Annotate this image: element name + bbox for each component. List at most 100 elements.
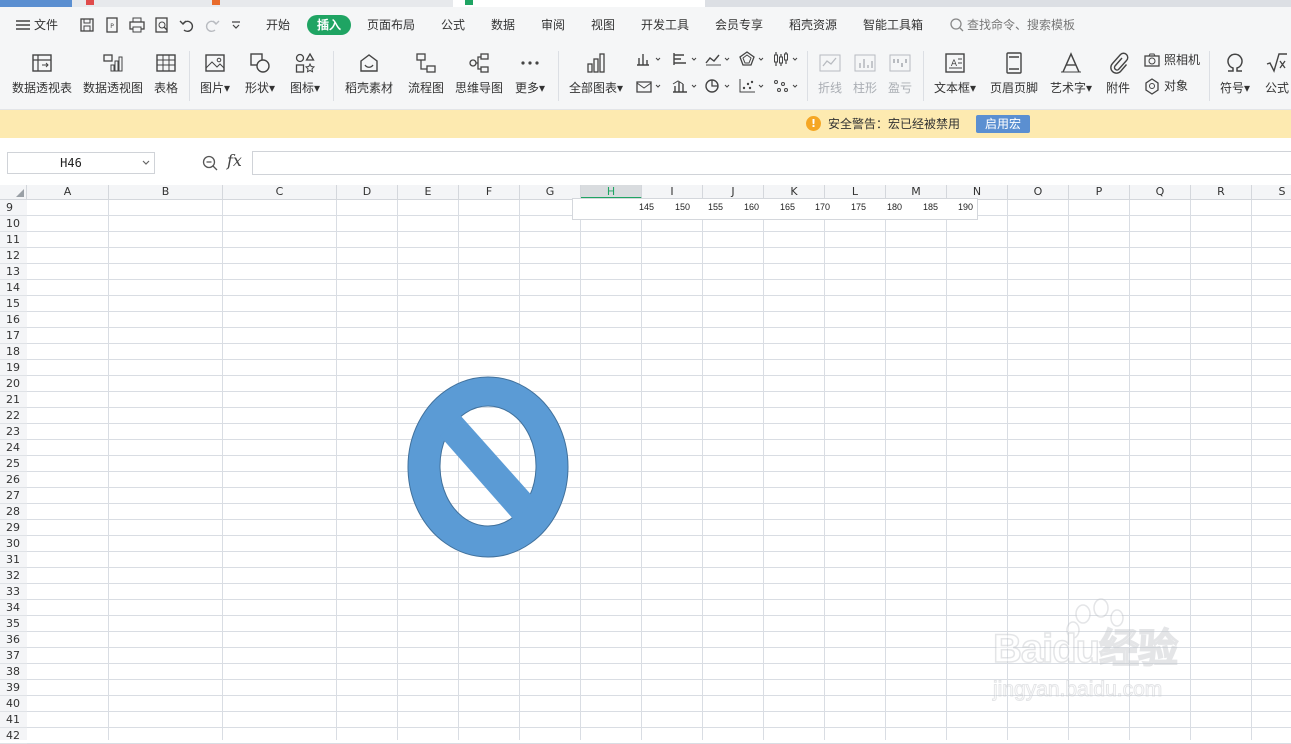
tab-strip-doc-active[interactable] xyxy=(453,0,705,7)
tab-strip-home[interactable] xyxy=(0,0,72,7)
row-header-18[interactable]: 18 xyxy=(0,344,27,360)
shape-button[interactable]: 形状▾ xyxy=(240,43,280,109)
row-header-36[interactable]: 36 xyxy=(0,632,27,648)
tab-smart-toolbox[interactable]: 智能工具箱 xyxy=(863,7,923,43)
column-header-e[interactable]: E xyxy=(398,185,459,199)
tab-strip-doc-1[interactable] xyxy=(72,0,200,7)
column-header-j[interactable]: J xyxy=(703,185,764,199)
command-search[interactable]: 查找命令、搜索模板 xyxy=(967,7,1075,43)
tab-data[interactable]: 数据 xyxy=(491,7,515,43)
row-header-40[interactable]: 40 xyxy=(0,696,27,712)
row-header-30[interactable]: 30 xyxy=(0,536,27,552)
column-header-b[interactable]: B xyxy=(109,185,223,199)
select-all-corner[interactable] xyxy=(0,185,27,199)
tab-home[interactable]: 开始 xyxy=(266,7,290,43)
row-header-12[interactable]: 12 xyxy=(0,248,27,264)
radar-chart-icon[interactable] xyxy=(737,49,767,69)
column-header-n[interactable]: N xyxy=(947,185,1008,199)
row-header-29[interactable]: 29 xyxy=(0,520,27,536)
mindmap-button[interactable]: 思维导图 xyxy=(453,43,505,109)
row-header-28[interactable]: 28 xyxy=(0,504,27,520)
print-preview-icon[interactable] xyxy=(153,16,171,34)
docer-material-button[interactable]: 稻壳素材 xyxy=(340,43,398,109)
row-header-34[interactable]: 34 xyxy=(0,600,27,616)
row-header-38[interactable]: 38 xyxy=(0,664,27,680)
row-header-33[interactable]: 33 xyxy=(0,584,27,600)
search-icon[interactable] xyxy=(949,16,965,34)
chevron-down-icon[interactable] xyxy=(141,157,151,167)
row-header-22[interactable]: 22 xyxy=(0,408,27,424)
formula-input[interactable] xyxy=(252,151,1291,175)
stock-chart-icon[interactable] xyxy=(771,49,801,69)
column-header-m[interactable]: M xyxy=(886,185,947,199)
bar-chart-icon[interactable] xyxy=(670,49,700,69)
column-header-s[interactable]: S xyxy=(1252,185,1291,199)
row-header-13[interactable]: 13 xyxy=(0,264,27,280)
row-header-17[interactable]: 17 xyxy=(0,328,27,344)
all-charts-button[interactable]: 全部图表▾ xyxy=(566,43,626,109)
quick-access-dropdown-icon[interactable] xyxy=(229,16,243,34)
textbox-button[interactable]: A 文本框▾ xyxy=(930,43,980,109)
row-header-39[interactable]: 39 xyxy=(0,680,27,696)
wordart-button[interactable]: 艺术字▾ xyxy=(1046,43,1096,109)
column-header-o[interactable]: O xyxy=(1008,185,1069,199)
header-footer-button[interactable]: 页眉页脚 xyxy=(986,43,1042,109)
flowchart-button[interactable]: 流程图 xyxy=(404,43,448,109)
picture-button[interactable]: 图片▾ xyxy=(195,43,235,109)
scatter-chart-icon[interactable] xyxy=(737,76,767,96)
hamburger-menu-icon[interactable] xyxy=(14,16,32,34)
tab-page-layout[interactable]: 页面布局 xyxy=(367,7,415,43)
column-header-l[interactable]: L xyxy=(825,185,886,199)
row-header-42[interactable]: 42 xyxy=(0,728,27,744)
row-header-9[interactable]: 9 xyxy=(0,200,27,216)
save-icon[interactable] xyxy=(78,16,96,34)
attachment-button[interactable]: 附件 xyxy=(1102,43,1134,109)
file-menu[interactable]: 文件 xyxy=(34,7,58,43)
row-header-37[interactable]: 37 xyxy=(0,648,27,664)
column-header-p[interactable]: P xyxy=(1069,185,1130,199)
tab-member[interactable]: 会员专享 xyxy=(715,7,763,43)
fx-icon[interactable]: fx xyxy=(227,151,242,170)
tab-view[interactable]: 视图 xyxy=(591,7,615,43)
column-header-i[interactable]: I xyxy=(642,185,703,199)
symbol-button[interactable]: 符号▾ xyxy=(1215,43,1255,109)
row-header-32[interactable]: 32 xyxy=(0,568,27,584)
row-header-24[interactable]: 24 xyxy=(0,440,27,456)
tab-docer-resources[interactable]: 稻壳资源 xyxy=(789,7,837,43)
name-box[interactable]: H46 xyxy=(7,152,155,174)
row-header-41[interactable]: 41 xyxy=(0,712,27,728)
column-header-f[interactable]: F xyxy=(459,185,520,199)
row-header-20[interactable]: 20 xyxy=(0,376,27,392)
row-header-14[interactable]: 14 xyxy=(0,280,27,296)
column-header-g[interactable]: G xyxy=(520,185,581,199)
column-header-d[interactable]: D xyxy=(337,185,398,199)
area-chart-icon[interactable] xyxy=(634,76,664,96)
row-header-16[interactable]: 16 xyxy=(0,312,27,328)
column-header-k[interactable]: K xyxy=(764,185,825,199)
row-header-23[interactable]: 23 xyxy=(0,424,27,440)
tab-developer[interactable]: 开发工具 xyxy=(641,7,689,43)
row-header-11[interactable]: 11 xyxy=(0,232,27,248)
more-charts-icon[interactable] xyxy=(771,76,801,96)
column-chart-icon[interactable] xyxy=(634,49,664,69)
combo-chart-icon[interactable] xyxy=(670,76,700,96)
table-button[interactable]: 表格 xyxy=(149,43,183,109)
row-header-27[interactable]: 27 xyxy=(0,488,27,504)
row-header-10[interactable]: 10 xyxy=(0,216,27,232)
row-header-26[interactable]: 26 xyxy=(0,472,27,488)
redo-icon[interactable] xyxy=(203,16,221,34)
row-header-15[interactable]: 15 xyxy=(0,296,27,312)
enable-macro-button[interactable]: 启用宏 xyxy=(976,115,1030,133)
tab-insert[interactable]: 插入 xyxy=(307,15,352,35)
column-header-a[interactable]: A xyxy=(27,185,109,199)
row-header-25[interactable]: 25 xyxy=(0,456,27,472)
zoom-icon[interactable] xyxy=(201,154,219,172)
formula-button[interactable]: 公式 xyxy=(1260,43,1291,109)
pivot-chart-button[interactable]: 数据透视图 xyxy=(80,43,146,109)
print-icon[interactable] xyxy=(128,16,146,34)
tab-review[interactable]: 审阅 xyxy=(541,7,565,43)
floating-value-box[interactable]: 145 150 155 160 165 170 175 180 185 190 xyxy=(572,198,978,220)
prohibit-symbol-shape[interactable] xyxy=(405,375,571,561)
column-header-c[interactable]: C xyxy=(223,185,337,199)
pivot-table-button[interactable]: 数据透视表 xyxy=(8,43,76,109)
